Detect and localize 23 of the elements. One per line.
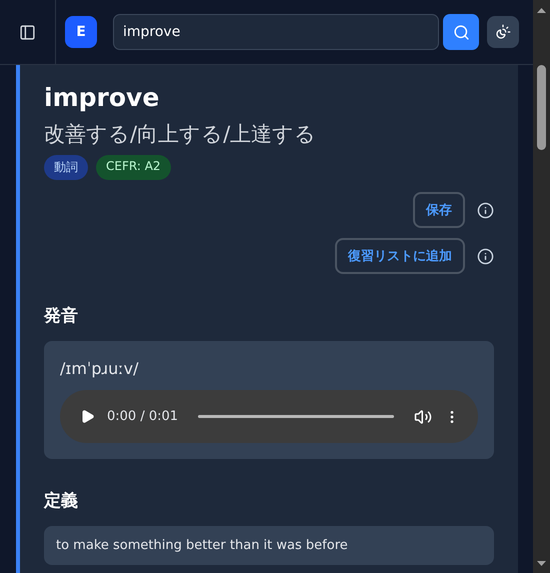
info-icon[interactable] bbox=[477, 202, 494, 218]
section-heading: 発音 bbox=[44, 305, 79, 327]
search-icon bbox=[452, 24, 470, 40]
audio-time: 0:00 / 0:01 bbox=[107, 409, 178, 424]
search-field[interactable]: improve bbox=[113, 14, 439, 50]
translation: 改善する/向上する/上達する bbox=[44, 121, 318, 148]
theme-toggle-button[interactable] bbox=[487, 16, 519, 48]
word-title: improve bbox=[44, 82, 160, 114]
logo: E bbox=[65, 16, 97, 48]
ipa-text: /ɪmˈpɹuːv/ bbox=[60, 359, 140, 378]
action-button[interactable]: 保存 bbox=[413, 192, 465, 228]
play-icon[interactable] bbox=[80, 409, 95, 424]
action-button[interactable]: 復習リストに追加 bbox=[335, 238, 465, 274]
audio-progress-track[interactable] bbox=[198, 415, 394, 418]
definition-text: to make something better than it was before bbox=[56, 538, 349, 553]
info-icon[interactable] bbox=[477, 248, 494, 264]
sun-icon bbox=[495, 24, 511, 40]
volume-icon[interactable] bbox=[414, 408, 432, 426]
search-button[interactable] bbox=[443, 14, 479, 50]
section-heading: 定義 bbox=[44, 490, 79, 512]
tag: 動詞 bbox=[44, 155, 88, 180]
sidebar-toggle-icon[interactable] bbox=[19, 24, 36, 40]
tag: CEFR: A2 bbox=[96, 155, 171, 180]
